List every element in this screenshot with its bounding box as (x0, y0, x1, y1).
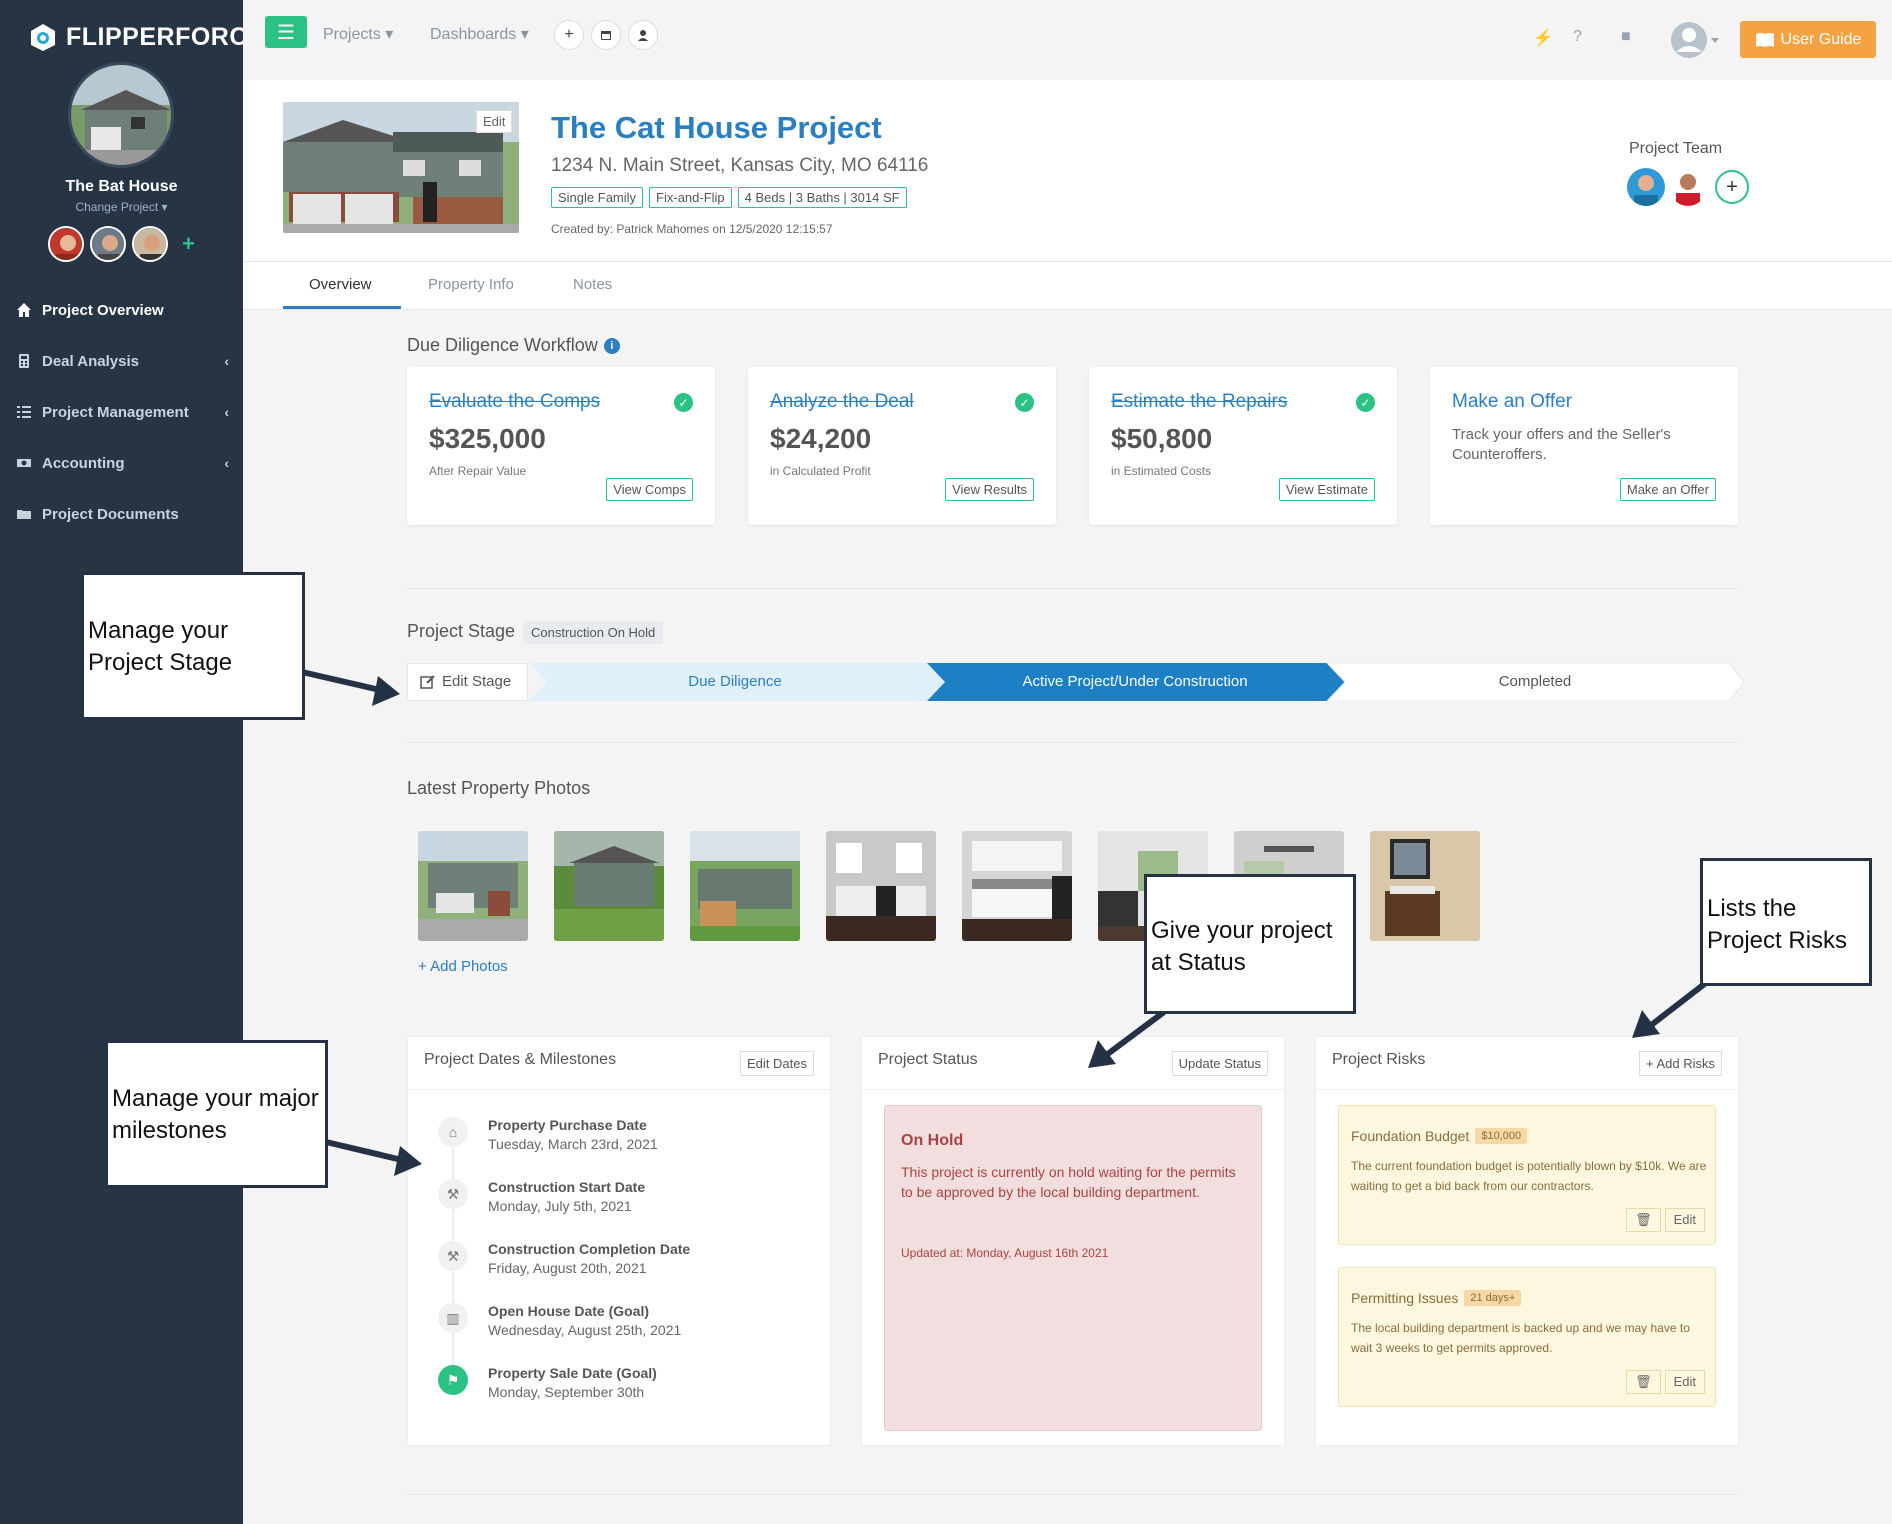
annotation-risks: Lists the Project Risks (1700, 858, 1872, 986)
arrow-stage (301, 669, 381, 693)
annotation-milestones: Manage your major milestones (105, 1040, 328, 1188)
arrow-status (1103, 1009, 1166, 1059)
annotation-arrows (301, 669, 1709, 1176)
annotation-status: Give your project at Status (1144, 874, 1356, 1014)
arrow-risks (1648, 979, 1709, 1029)
annotation-stage: Manage your Project Stage (81, 572, 305, 720)
arrow-milestones (325, 1139, 403, 1163)
arrowhead (394, 1146, 422, 1176)
arrowhead (372, 676, 400, 706)
